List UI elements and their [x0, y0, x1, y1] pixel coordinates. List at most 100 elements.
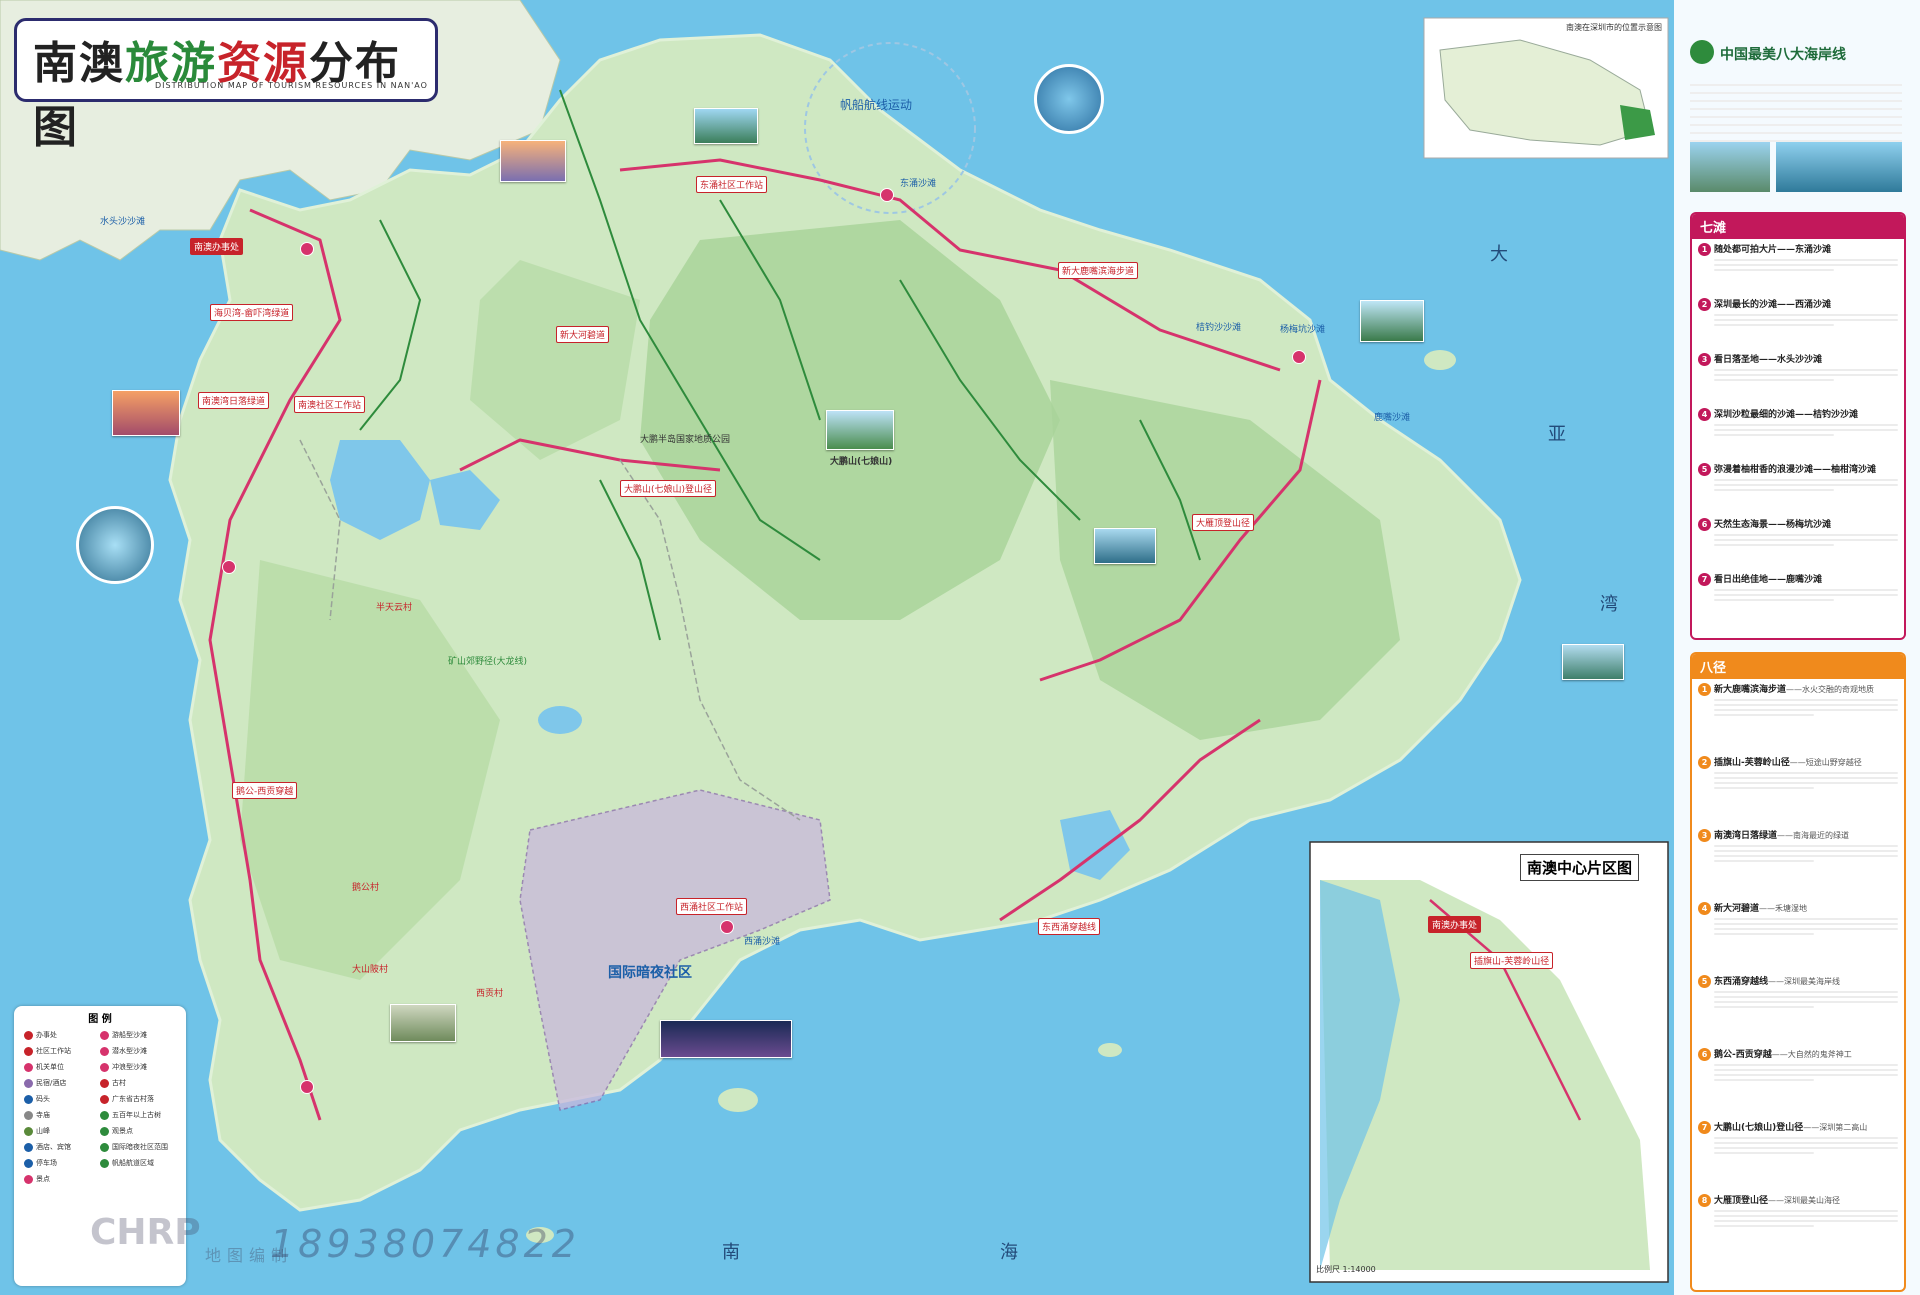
trail-entry-number: 4 — [1698, 902, 1711, 915]
office-label[interactable]: 南澳办事处 — [190, 238, 244, 255]
trail-entry-text: 南澳湾日落绿道 — [1714, 831, 1778, 841]
map-title-box: 南澳旅游资源分布图 DISTRIBUTION MAP OF TOURISM RE… — [14, 18, 438, 153]
trail-entry[interactable]: 2 插旗山-芙蓉岭山径——短途山野穿越径 — [1692, 752, 1904, 825]
trail-entry[interactable]: 5 东西涌穿越线——深圳最美海岸线 — [1692, 971, 1904, 1044]
inset-scale: 比例尺 1:14000 — [1316, 1265, 1376, 1274]
legend-item: 办事处 — [24, 1030, 57, 1040]
beach-entry[interactable]: 2 深圳最长的沙滩——西涌沙滩 — [1692, 294, 1904, 349]
legend-item: 古村 — [100, 1078, 126, 1088]
trail-entry-title: 2 插旗山-芙蓉岭山径——短途山野穿越径 — [1698, 755, 1898, 769]
trail-entry[interactable]: 6 鹅公-西贡穿越——大自然的鬼斧神工 — [1692, 1044, 1904, 1117]
inset-office[interactable]: 南澳办事处 — [1428, 916, 1482, 933]
legend-item-label: 寺庙 — [36, 1111, 50, 1119]
text-line — [1714, 787, 1814, 789]
beach-entry[interactable]: 5 弥漫着柚柑香的浪漫沙滩——柚柑湾沙滩 — [1692, 459, 1904, 514]
trail-entry-subtitle: ——大自然的鬼斧神工 — [1771, 1050, 1852, 1059]
beach-entry-number: 7 — [1698, 573, 1711, 586]
legend-symbol-icon — [24, 1174, 33, 1184]
poi-marker[interactable] — [720, 920, 734, 934]
text-line — [1714, 544, 1834, 546]
beach-entry[interactable]: 7 看日出绝佳地——鹿嘴沙滩 — [1692, 569, 1904, 624]
beach-entry[interactable]: 3 看日落圣地——水头沙沙滩 — [1692, 349, 1904, 404]
text-line — [1714, 991, 1898, 993]
beach-yangmei[interactable]: 杨梅坑沙滩 — [1280, 322, 1325, 335]
trail-xinda-luzui[interactable]: 新大鹿嘴滨海步道 — [1058, 262, 1139, 279]
trail-entry[interactable]: 8 大雁顶登山径——深圳最美山海径 — [1692, 1190, 1904, 1263]
beach-entry-text: 看日出绝佳地——鹿嘴沙滩 — [1714, 575, 1823, 585]
village-egong[interactable]: 鹅公村 — [352, 880, 379, 893]
photo-village — [390, 1004, 456, 1042]
beach-entry-title: 3 看日落圣地——水头沙沙滩 — [1698, 352, 1898, 366]
xichong-work-label: 西涌社区工作站 — [676, 898, 748, 915]
poi-marker[interactable] — [880, 188, 894, 202]
photo-coast — [694, 108, 758, 144]
legend-symbol-icon — [24, 1062, 33, 1072]
sea-label-ya: 亚 — [1548, 424, 1566, 445]
trail-entry-text: 大鹏山(七娘山)登山径 — [1714, 1123, 1804, 1133]
poi-marker[interactable] — [300, 1080, 314, 1094]
village-dashan[interactable]: 大山陂村 — [352, 962, 388, 975]
photo-mountain — [826, 410, 894, 450]
poi-marker[interactable] — [1292, 350, 1306, 364]
legend-symbol-icon — [24, 1158, 33, 1168]
trail-entry-subtitle: ——深圳第二高山 — [1803, 1123, 1868, 1132]
beach-shuitousha[interactable]: 水头沙沙滩 — [100, 214, 145, 227]
trail-entry-title: 8 大雁顶登山径——深圳最美山海径 — [1698, 1193, 1898, 1207]
trail-entry[interactable]: 3 南澳湾日落绿道——南海最近的绿道 — [1692, 825, 1904, 898]
text-line — [1714, 484, 1898, 486]
sea-label-nan: 南 — [722, 1242, 740, 1263]
peak-qiniang: 大鹏山(七娘山) — [830, 457, 893, 467]
trail-haibei[interactable]: 海贝湾-畲吓湾绿道 — [210, 304, 294, 321]
trail-nanao-sunset[interactable]: 南澳湾日落绿道 — [198, 392, 270, 409]
beach-dongchong[interactable]: 东涌沙滩 — [900, 176, 936, 189]
photo-island — [1360, 300, 1424, 342]
inset-trail[interactable]: 插旗山-芙蓉岭山径 — [1470, 952, 1554, 969]
text-line — [1714, 860, 1814, 862]
beach-entry[interactable]: 4 深圳沙粒最细的沙滩——桔钓沙沙滩 — [1692, 404, 1904, 459]
beach-entry-title: 7 看日出绝佳地——鹿嘴沙滩 — [1698, 572, 1898, 586]
poi-marker[interactable] — [222, 560, 236, 574]
trail-east-west[interactable]: 东西涌穿越线 — [1038, 918, 1101, 935]
village-banshan[interactable]: 半天云村 — [376, 600, 412, 613]
text-line — [1714, 1225, 1814, 1227]
beach-entry-title: 4 深圳沙粒最细的沙滩——桔钓沙沙滩 — [1698, 407, 1898, 421]
trail-entry[interactable]: 7 大鹏山(七娘山)登山径——深圳第二高山 — [1692, 1117, 1904, 1190]
trail-entry-subtitle: ——禾塘湿地 — [1759, 904, 1808, 913]
legend-item: 机关单位 — [24, 1062, 64, 1072]
legend-symbol-icon — [100, 1078, 109, 1088]
beach-entry[interactable]: 1 随处都可拍大片——东涌沙滩 — [1692, 239, 1904, 294]
village-xigong[interactable]: 西贡村 — [476, 986, 503, 999]
seven-beaches-list: 1 随处都可拍大片——东涌沙滩 2 深圳最长的沙滩——西涌沙滩 3 看日落圣地——水头沙沙… — [1692, 239, 1904, 624]
watermark-logo: CHRP — [90, 1212, 201, 1253]
text-line — [1714, 845, 1898, 847]
trail-dapeng-shan[interactable]: 大鹏山(七娘山)登山径 — [620, 480, 717, 497]
text-line — [1714, 369, 1898, 371]
legend-item: 酒店、宾馆 — [24, 1142, 71, 1152]
text-line — [1714, 782, 1898, 784]
legend-item-label: 国际暗夜社区范围 — [112, 1143, 168, 1151]
text-line — [1714, 923, 1898, 925]
text-line — [1714, 1006, 1814, 1008]
legend-item: 五百年以上古树 — [100, 1110, 161, 1120]
trail-entry-number: 1 — [1698, 683, 1711, 696]
sea-label-hai: 海 — [1000, 1242, 1018, 1263]
text-line — [1714, 269, 1834, 271]
beach-jiediaosha[interactable]: 桔钓沙沙滩 — [1196, 320, 1241, 333]
trail-dayan-ding[interactable]: 大雁顶登山径 — [1192, 514, 1255, 531]
legend-item: 潜水型沙滩 — [100, 1046, 147, 1056]
text-line — [1714, 1147, 1898, 1149]
beach-entry[interactable]: 6 天然生态海景——杨梅坑沙滩 — [1692, 514, 1904, 569]
trail-entry[interactable]: 4 新大河碧道——禾塘湿地 — [1692, 898, 1904, 971]
dongchong-work-label: 东涌社区工作站 — [696, 176, 768, 193]
trail-entry-subtitle: ——水火交融的奇观地质 — [1786, 685, 1875, 694]
trail-egong[interactable]: 鹅公-西贡穿越 — [232, 782, 298, 799]
beach-entry-title: 6 天然生态海景——杨梅坑沙滩 — [1698, 517, 1898, 531]
trail-entry[interactable]: 1 新大鹿嘴滨海步道——水火交融的奇观地质 — [1692, 679, 1904, 752]
poi-marker[interactable] — [300, 242, 314, 256]
beach-xichong[interactable]: 西涌沙滩 — [744, 934, 780, 947]
beach-luzui[interactable]: 鹿嘴沙滩 — [1374, 410, 1410, 423]
text-line — [1714, 1152, 1814, 1154]
trail-entry-text: 鹅公-西贡穿越 — [1714, 1050, 1772, 1060]
trail-xinda-river[interactable]: 新大河碧道 — [556, 326, 610, 343]
text-line — [1714, 324, 1834, 326]
